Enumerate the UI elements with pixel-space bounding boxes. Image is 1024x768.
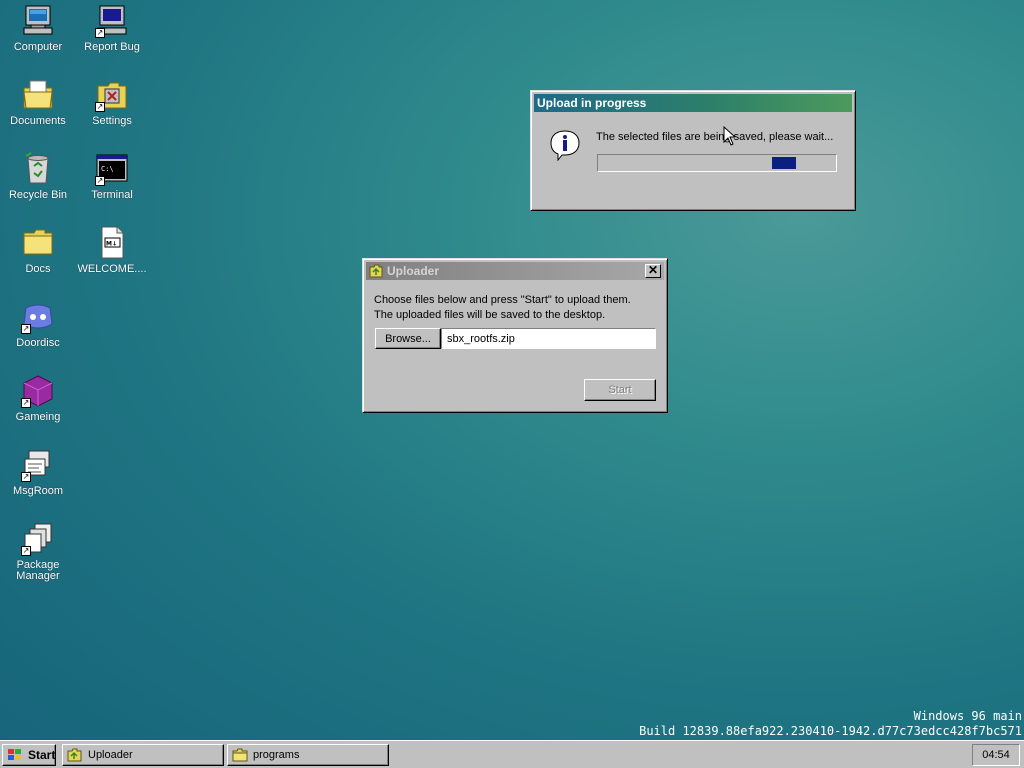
- taskbar-item-label: Uploader: [88, 749, 133, 761]
- progress-chunk: [772, 157, 796, 169]
- taskbar: Start Uploader programs 04:54: [0, 740, 1024, 768]
- browse-button[interactable]: Browse...: [375, 328, 441, 349]
- folder-icon: [232, 748, 248, 762]
- shortcut-arrow-icon: ↗: [21, 472, 31, 482]
- folder-icon: [21, 226, 55, 260]
- upload-progress-title: Upload in progress: [537, 96, 647, 110]
- desktop-icon-report-bug[interactable]: ↗ Report Bug: [74, 4, 150, 53]
- recycle-bin-icon: [21, 152, 55, 186]
- desktop-icon-terminal[interactable]: C:\ ↗ Terminal: [74, 152, 150, 201]
- desktop-icon-welcome[interactable]: M↓ WELCOME....: [74, 226, 150, 275]
- start-button[interactable]: Start: [584, 379, 656, 401]
- info-icon: [549, 129, 581, 162]
- desktop-icon-settings[interactable]: ↗ Settings: [74, 78, 150, 127]
- terminal-icon: C:\ ↗: [95, 152, 129, 186]
- report-bug-icon: ↗: [95, 4, 129, 38]
- uploader-instruction-line2: The uploaded files will be saved to the …: [374, 309, 606, 321]
- close-button[interactable]: ✕: [645, 264, 661, 278]
- uploader-instructions: Choose files below and press "Start" to …: [374, 293, 631, 323]
- close-icon: ✕: [647, 263, 659, 277]
- build-info-line1: Windows 96 main: [913, 709, 1022, 723]
- svg-text:M↓: M↓: [106, 241, 117, 248]
- markdown-file-icon: M↓: [95, 226, 129, 260]
- shortcut-arrow-icon: ↗: [95, 102, 105, 112]
- file-path-input[interactable]: [441, 328, 656, 349]
- uploader-icon: [67, 748, 83, 762]
- shortcut-arrow-icon: ↗: [21, 324, 31, 334]
- desktop-icon-gameing[interactable]: ↗ Gameing: [0, 374, 76, 423]
- start-label: Start: [28, 748, 56, 762]
- taskbar-item-programs[interactable]: programs: [227, 744, 389, 766]
- desktop: Computer Documents Recycle Bin Docs ↗ Do…: [0, 0, 1024, 740]
- upload-progress-bar: [597, 154, 837, 172]
- shortcut-arrow-icon: ↗: [95, 28, 105, 38]
- windows-logo-icon: [7, 748, 23, 762]
- documents-icon: [21, 78, 55, 112]
- build-info: Windows 96 main Build 12839.88efa922.230…: [639, 709, 1022, 739]
- upload-progress-dialog[interactable]: Upload in progress The selected files ar…: [530, 90, 856, 211]
- package-manager-icon: ↗: [21, 522, 55, 556]
- taskbar-item-label: programs: [253, 749, 300, 761]
- upload-progress-titlebar[interactable]: Upload in progress: [534, 94, 852, 112]
- shortcut-arrow-icon: ↗: [21, 546, 31, 556]
- msgroom-icon: ↗: [21, 448, 55, 482]
- desktop-icon-package-manager[interactable]: ↗ Package Manager: [0, 522, 76, 582]
- desktop-icon-documents[interactable]: Documents: [0, 78, 76, 127]
- shortcut-arrow-icon: ↗: [21, 398, 31, 408]
- build-info-line2: Build 12839.88efa922.230410-1942.d77c73e…: [639, 724, 1022, 738]
- uploader-titlebar[interactable]: Uploader ✕: [366, 262, 664, 280]
- settings-icon: ↗: [95, 78, 129, 112]
- desktop-icon-msgroom[interactable]: ↗ MsgRoom: [0, 448, 76, 497]
- doordisc-icon: ↗: [21, 300, 55, 334]
- uploader-window[interactable]: Uploader ✕ Choose files below and press …: [362, 258, 668, 413]
- computer-icon: [21, 4, 55, 38]
- start-menu-button[interactable]: Start: [2, 744, 56, 766]
- mouse-cursor-icon: [723, 125, 737, 146]
- desktop-icon-doordisc[interactable]: ↗ Doordisc: [0, 300, 76, 349]
- svg-text:C:\: C:\: [101, 165, 114, 173]
- upload-progress-message: The selected files are being saved, plea…: [596, 131, 834, 143]
- uploader-title: Uploader: [387, 264, 440, 278]
- taskbar-item-uploader[interactable]: Uploader: [62, 744, 224, 766]
- system-tray-clock[interactable]: 04:54: [972, 744, 1020, 766]
- desktop-icon-recycle-bin[interactable]: Recycle Bin: [0, 152, 76, 201]
- desktop-icon-docs[interactable]: Docs: [0, 226, 76, 275]
- gameing-icon: ↗: [21, 374, 55, 408]
- shortcut-arrow-icon: ↗: [95, 176, 105, 186]
- uploader-icon: [369, 264, 383, 278]
- uploader-instruction-line1: Choose files below and press "Start" to …: [374, 294, 631, 306]
- desktop-icon-computer[interactable]: Computer: [0, 4, 76, 53]
